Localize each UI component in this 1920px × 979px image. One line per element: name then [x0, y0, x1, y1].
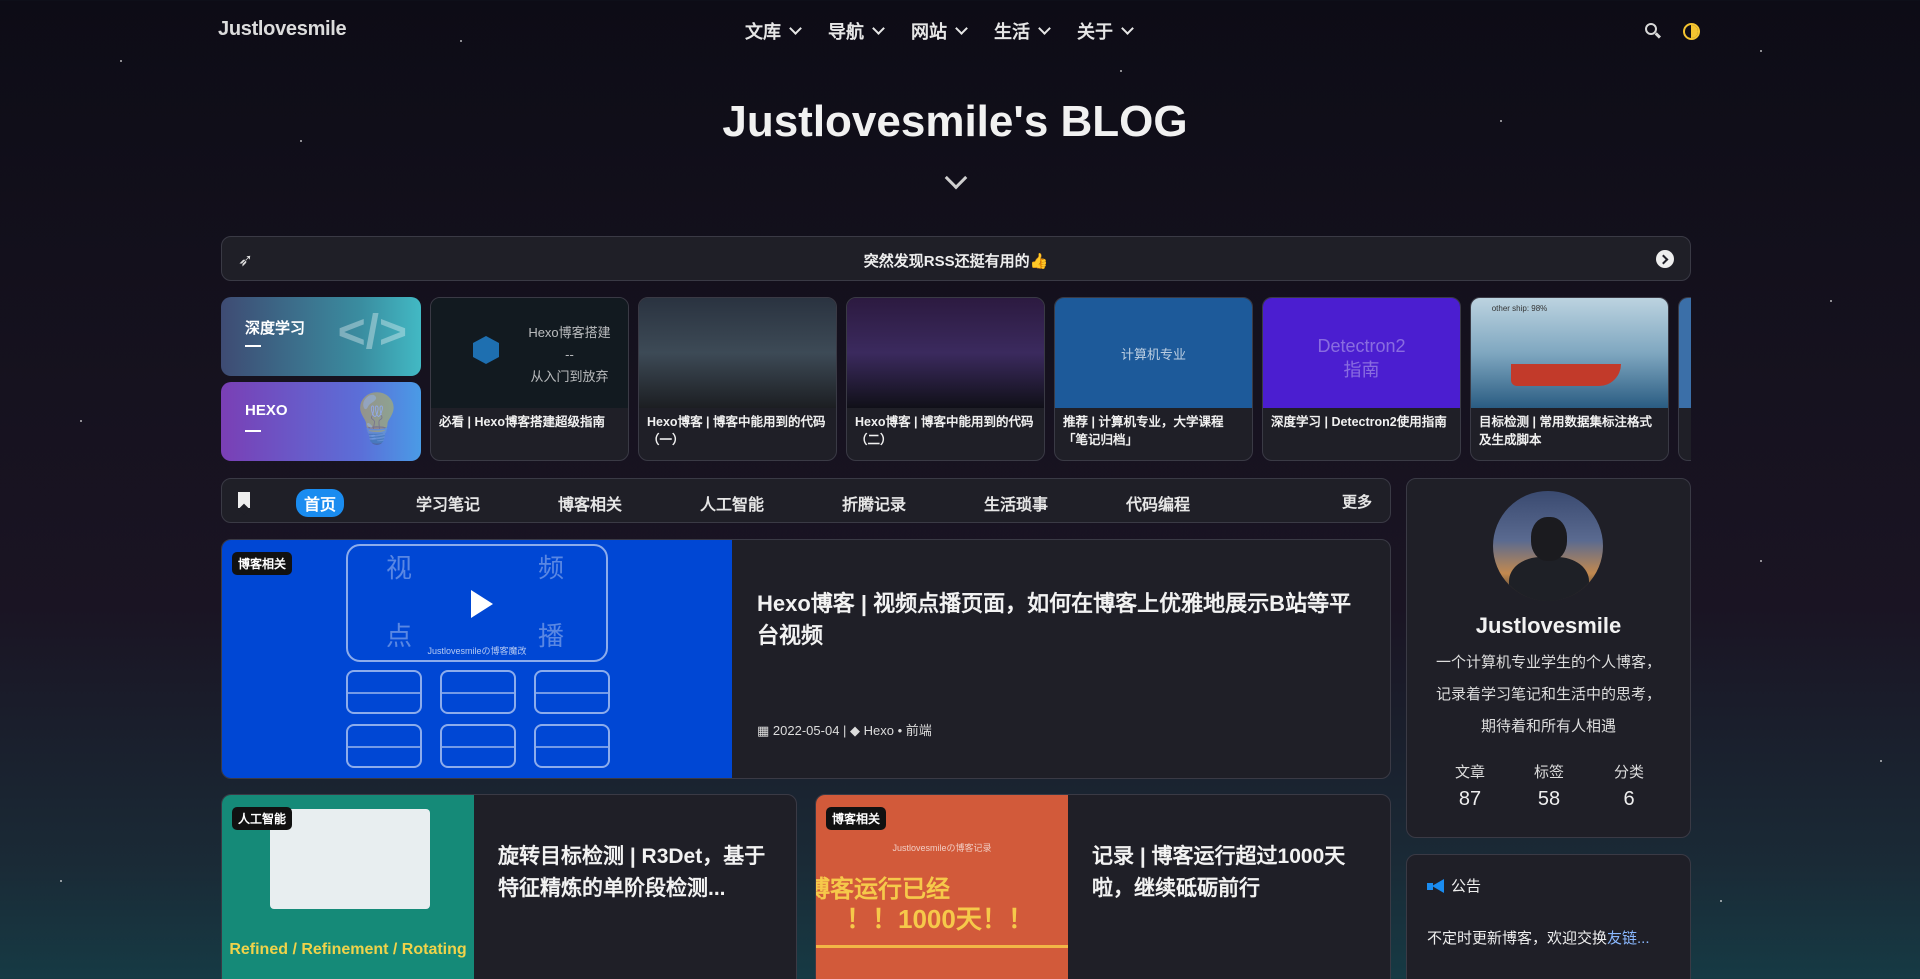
- category-name: HEXO: [245, 402, 288, 419]
- avatar[interactable]: [1493, 491, 1603, 601]
- page-title: Justlovesmile's BLOG: [722, 97, 1188, 146]
- announcement-text: 不定时更新博客，欢迎交换: [1427, 930, 1608, 947]
- category-tab-bar: 首页 学习笔记 博客相关 人工智能 折腾记录 生活琐事 代码编程 更多: [221, 478, 1391, 523]
- featured-post-card[interactable]: 视 频 点 播 Justlovesmileの博客魔改 博客相关 Hexo博客 |…: [221, 539, 1391, 779]
- theme-toggle-icon[interactable]: [1683, 23, 1700, 40]
- laptop-code-icon: </>: [337, 306, 407, 359]
- card-caption: 深度学习 | Detectron2使用指南: [1271, 415, 1447, 429]
- card-thumbnail: [639, 298, 836, 408]
- announcement-card: 公告 不定时更新博客，欢迎交换友链...: [1406, 854, 1691, 979]
- card-caption: 必看 | Hexo博客搭建超级指南: [439, 415, 606, 429]
- bookmark-icon: [238, 492, 250, 508]
- chevron-down-icon: [1038, 22, 1051, 35]
- category-tile-deep-learning[interactable]: 深度学习 </>: [221, 297, 421, 376]
- card-thumbnail: Detectron2 指南: [1263, 298, 1460, 408]
- megaphone-icon: [1427, 878, 1445, 893]
- post-meta: ▦ 2022-05-04 | ◆ Hexo • 前端: [757, 723, 932, 738]
- notice-text: 突然发现RSS还挺有用的👍: [863, 253, 1049, 270]
- announcement-heading: 公告: [1451, 878, 1482, 895]
- menu-item-sites[interactable]: 网站: [911, 18, 968, 44]
- post-card[interactable]: Refined / Refinement / Rotating 人工智能 旋转目…: [221, 794, 797, 979]
- category-badge[interactable]: 博客相关: [232, 552, 293, 575]
- stat-tags[interactable]: 标签 58: [1509, 761, 1589, 811]
- chevron-down-icon: [1121, 22, 1134, 35]
- card-thumbnail: other ship: 98%: [1471, 298, 1668, 408]
- search-icon[interactable]: [1645, 23, 1662, 39]
- recommended-card[interactable]: 计算机专业 推荐 | 计算机专业，大学课程「笔记归档」: [1054, 297, 1253, 461]
- card-thumbnail: [847, 298, 1044, 408]
- post-title[interactable]: 记录 | 博客运行超过1000天啦，继续砥砺前行: [1092, 841, 1372, 905]
- category-badge[interactable]: 博客相关: [826, 807, 887, 830]
- top-navbar: Justlovesmile 文库 导航 网站 生活 关于: [0, 0, 1920, 62]
- friend-links-link[interactable]: 友链...: [1607, 930, 1650, 947]
- recommended-card[interactable]: Detectron2 指南 深度学习 | Detectron2使用指南: [1262, 297, 1461, 461]
- post-cover: Justlovesmileの博客记录 博客运行已经 ！！1000天！！ 博客相关: [816, 795, 1068, 979]
- tag-icon: ◆: [850, 723, 861, 738]
- calendar-icon: ▦: [757, 723, 770, 738]
- post-title[interactable]: 旋转目标检测 | R3Det，基于特征精炼的单阶段检测...: [498, 841, 778, 905]
- card-caption: Hexo博客 | 博客中能用到的代码（二）: [855, 415, 1034, 447]
- card-thumbnail: Hexo博客搭建 -- 从入门到放弃: [431, 298, 628, 408]
- card-thumbnail: 计算机专业: [1055, 298, 1252, 408]
- tab-tinkering[interactable]: 折腾记录: [834, 489, 914, 517]
- post-card[interactable]: Justlovesmileの博客记录 博客运行已经 ！！1000天！！ 博客相关…: [815, 794, 1391, 979]
- card-caption: 推荐 | 计算机专业，大学课程「笔记归档」: [1063, 415, 1224, 447]
- tab-blog[interactable]: 博客相关: [550, 489, 630, 517]
- play-icon: [471, 590, 493, 618]
- tab-more[interactable]: 更多: [1334, 489, 1380, 514]
- arrow-right-circle-icon[interactable]: [1656, 250, 1674, 268]
- tab-home[interactable]: 首页: [296, 489, 345, 517]
- recommended-card[interactable]: Hexo博客搭建 -- 从入门到放弃 必看 | Hexo博客搭建超级指南: [430, 297, 629, 461]
- notice-bar[interactable]: ➶ 突然发现RSS还挺有用的👍: [221, 236, 1691, 281]
- stat-articles[interactable]: 文章 87: [1430, 761, 1510, 811]
- category-badge[interactable]: 人工智能: [232, 807, 293, 830]
- menu-item-library[interactable]: 文库: [745, 18, 802, 44]
- post-date: 2022-05-04: [772, 723, 840, 738]
- menu-item-life[interactable]: 生活: [994, 18, 1051, 44]
- chevron-down-icon: [789, 22, 802, 35]
- tab-study-notes[interactable]: 学习笔记: [408, 489, 488, 517]
- main-menu: 文库 导航 网站 生活 关于: [745, 18, 1134, 44]
- card-caption: 目标检测 | 常用数据集标注格式及生成脚本: [1479, 415, 1652, 447]
- category-tile-hexo[interactable]: HEXO 💡: [221, 382, 421, 461]
- card-caption: Hexo博客 | 博客中能用到的代码（一）: [647, 415, 826, 447]
- recommended-card[interactable]: Hexo博客 | 博客中能用到的代码（一）: [638, 297, 837, 461]
- site-logo[interactable]: Justlovesmile: [218, 18, 347, 41]
- author-profile-card: Justlovesmile 一个计算机专业学生的个人博客，记录着学习笔记和生活中…: [1406, 478, 1691, 838]
- tab-ai[interactable]: 人工智能: [692, 489, 772, 517]
- menu-item-navigation[interactable]: 导航: [828, 18, 885, 44]
- tab-coding[interactable]: 代码编程: [1118, 489, 1198, 517]
- lightbulb-icon: 💡: [347, 393, 407, 446]
- post-cover: Refined / Refinement / Rotating 人工智能: [222, 795, 474, 979]
- recommended-card[interactable]: other ship: 98% 目标检测 | 常用数据集标注格式及生成脚本: [1470, 297, 1669, 461]
- scroll-down-icon[interactable]: [944, 166, 968, 190]
- recommended-card[interactable]: Hexo博客 | 博客中能用到的代码（二）: [846, 297, 1045, 461]
- stat-categories[interactable]: 分类 6: [1589, 761, 1669, 811]
- post-cover: 视 频 点 播 Justlovesmileの博客魔改 博客相关: [222, 540, 732, 778]
- menu-item-about[interactable]: 关于: [1077, 18, 1134, 44]
- chevron-down-icon: [955, 22, 968, 35]
- category-name: 深度学习: [245, 320, 306, 337]
- post-tags[interactable]: Hexo • 前端: [864, 723, 932, 738]
- chevron-down-icon: [872, 22, 885, 35]
- post-title[interactable]: Hexo博客 | 视频点播页面，如何在博客上优雅地展示B站等平台视频: [757, 588, 1367, 652]
- tab-life[interactable]: 生活琐事: [976, 489, 1056, 517]
- recommended-card-partial[interactable]: [1678, 297, 1691, 461]
- author-name: Justlovesmile: [1475, 613, 1622, 638]
- author-description: 一个计算机专业学生的个人博客，记录着学习笔记和生活中的思考，期待着和所有人相遇: [1435, 654, 1661, 735]
